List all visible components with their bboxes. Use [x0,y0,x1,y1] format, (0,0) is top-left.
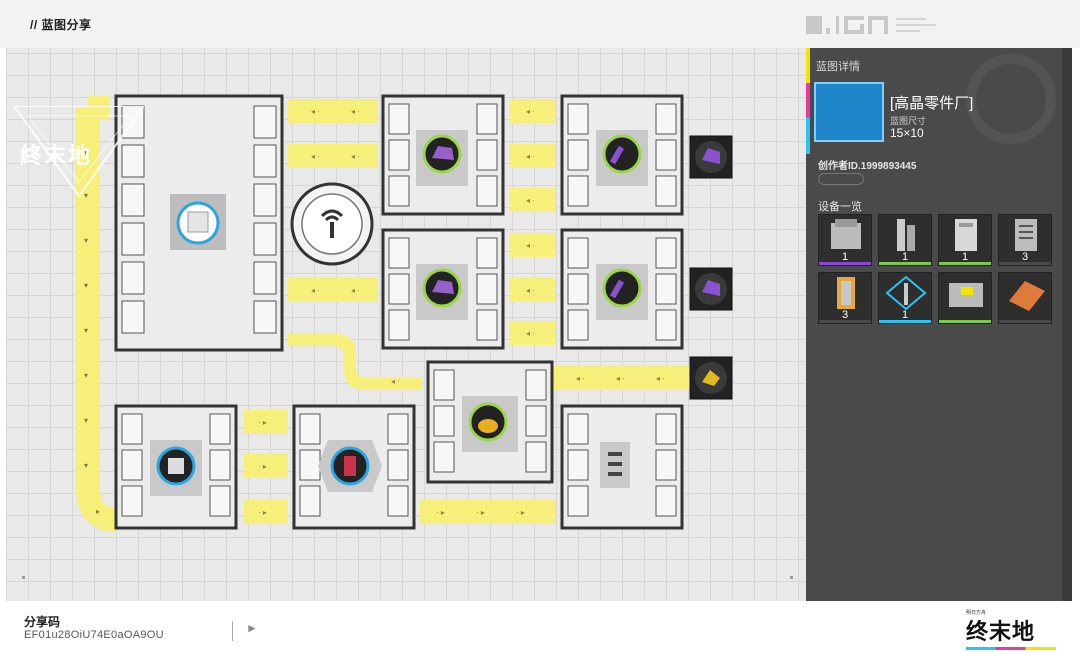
blueprint-detail-panel: 蓝图详情 [高晶零件厂] 蓝图尺寸 15×10 创作者ID.1999893445… [806,48,1062,601]
svg-text:▾: ▾ [84,461,88,470]
device-tile[interactable]: 3 [998,214,1052,266]
svg-text:◂ ·: ◂ · [526,286,535,295]
panel-ghost-icon [966,54,1056,144]
output-ports[interactable] [689,135,733,400]
accent-stripe [806,48,810,154]
svg-text:◂ ·: ◂ · [311,286,320,295]
crusher-machine[interactable] [426,360,554,484]
svg-text:◂ ·: ◂ · [616,374,625,383]
svg-text:· ▸: · ▸ [516,508,525,517]
device-tile[interactable]: 1 [818,214,872,266]
device-tile[interactable]: 1 [938,214,992,266]
svg-text:◂ ·: ◂ · [311,152,320,161]
svg-text:· ▸: · ▸ [476,508,485,517]
device-tile[interactable] [938,272,992,324]
svg-text:▾: ▾ [84,416,88,425]
svg-text:◂ ·: ◂ · [526,241,535,250]
power-pylon-icon [837,277,855,309]
play-icon[interactable]: ► [246,621,258,635]
svg-text:◂ ·: ◂ · [526,329,535,338]
svg-text:· ▸: · ▸ [258,418,267,427]
packer-machine-2[interactable] [292,404,416,530]
storage-box[interactable] [560,404,684,530]
svg-text:· ▸: · ▸ [436,508,445,517]
device-list-title: 设备一览 [818,201,862,213]
author-id: 创作者ID.1999893445 [818,161,917,172]
svg-text:◂ ·: ◂ · [576,374,585,383]
device-rarity-bar [819,320,871,323]
device-tile[interactable]: 1 [878,272,932,324]
refinery-device-icon [955,219,977,251]
footer-divider [232,621,233,641]
panel-section-title: 蓝图详情 [816,61,860,73]
svg-text:◂ ·: ◂ · [391,377,400,386]
share-footer: 分享码 EF01u28OiU74E0aOA9OU ► 明日方舟 终末地 [0,601,1080,652]
svg-text:▸: ▸ [96,507,100,516]
blueprint-name: [高晶零件厂] [890,95,974,112]
device-rarity-bar [879,262,931,265]
blueprint-size-value: 15×10 [890,126,924,140]
pillar-device-icon [897,219,915,251]
relay-tower-device[interactable] [290,182,374,266]
device-rarity-bar [939,262,991,265]
logo-color-bar [966,647,1056,650]
svg-text:◂ ·: ◂ · [526,107,535,116]
svg-text:◂ ·: ◂ · [351,152,360,161]
device-rarity-bar [999,262,1051,265]
blueprint-thumbnail [814,82,884,142]
watermark-text: 終末地 [20,143,93,168]
svg-text:▾: ▾ [84,371,88,380]
svg-text:◂ ·: ◂ · [351,107,360,116]
device-tile[interactable]: 1 [878,214,932,266]
svg-text:◂ ·: ◂ · [351,286,360,295]
share-code-label: 分享码 [24,615,61,629]
svg-text:▾: ▾ [84,236,88,245]
corner-markers [22,576,793,579]
refinery-4[interactable] [560,228,684,350]
author-tag-pill[interactable] [818,173,864,185]
page-title: // 蓝图分享 [30,18,92,32]
header-decoration [806,16,936,34]
device-tile[interactable] [998,272,1052,324]
device-rarity-bar [819,262,871,265]
svg-text:◂ ·: ◂ · [656,374,665,383]
svg-text:▾: ▾ [84,281,88,290]
svg-text:◂ ·: ◂ · [311,107,320,116]
svg-text:◂ ·: ◂ · [526,196,535,205]
game-logo: 终末地 [966,619,1036,644]
share-code-value[interactable]: EF01u28OiU74E0aOA9OU [24,629,164,641]
blueprint-canvas[interactable]: ▾ ▾ ▾ ▾ ▾ ▾ ▾ ▾ ▸ ◂ · ◂ · ◂ · ◂ · ◂ · ◂ … [6,48,806,601]
device-rarity-bar [879,320,931,323]
relay-tower-icon [885,275,927,311]
device-tile[interactable]: 3 [818,272,872,324]
packer-machine-1[interactable] [114,404,238,530]
crusher-device-icon [831,219,861,249]
svg-text:▾: ▾ [84,326,88,335]
refinery-3[interactable] [381,228,505,350]
storage-device-icon [1015,219,1037,251]
packer-device-icon [949,283,983,307]
svg-text:◂ ·: ◂ · [526,152,535,161]
refinery-2[interactable] [560,94,684,216]
svg-text:· ▸: · ▸ [258,508,267,517]
device-rarity-bar [999,320,1051,323]
refinery-1[interactable] [381,94,505,216]
device-rarity-bar [939,320,991,323]
top-bar: // 蓝图分享 [0,0,1080,48]
svg-text:· ▸: · ▸ [258,462,267,471]
blueprint-share-screen: // 蓝图分享 ▾ ▾ ▾ ▾ ▾ ▾ ▾ ▾ ▸ ◂ · ◂ · ◂ · ◂ … [0,0,1080,652]
floor-plate-icon [1009,281,1045,311]
panel-scrollbar[interactable] [1062,48,1072,601]
